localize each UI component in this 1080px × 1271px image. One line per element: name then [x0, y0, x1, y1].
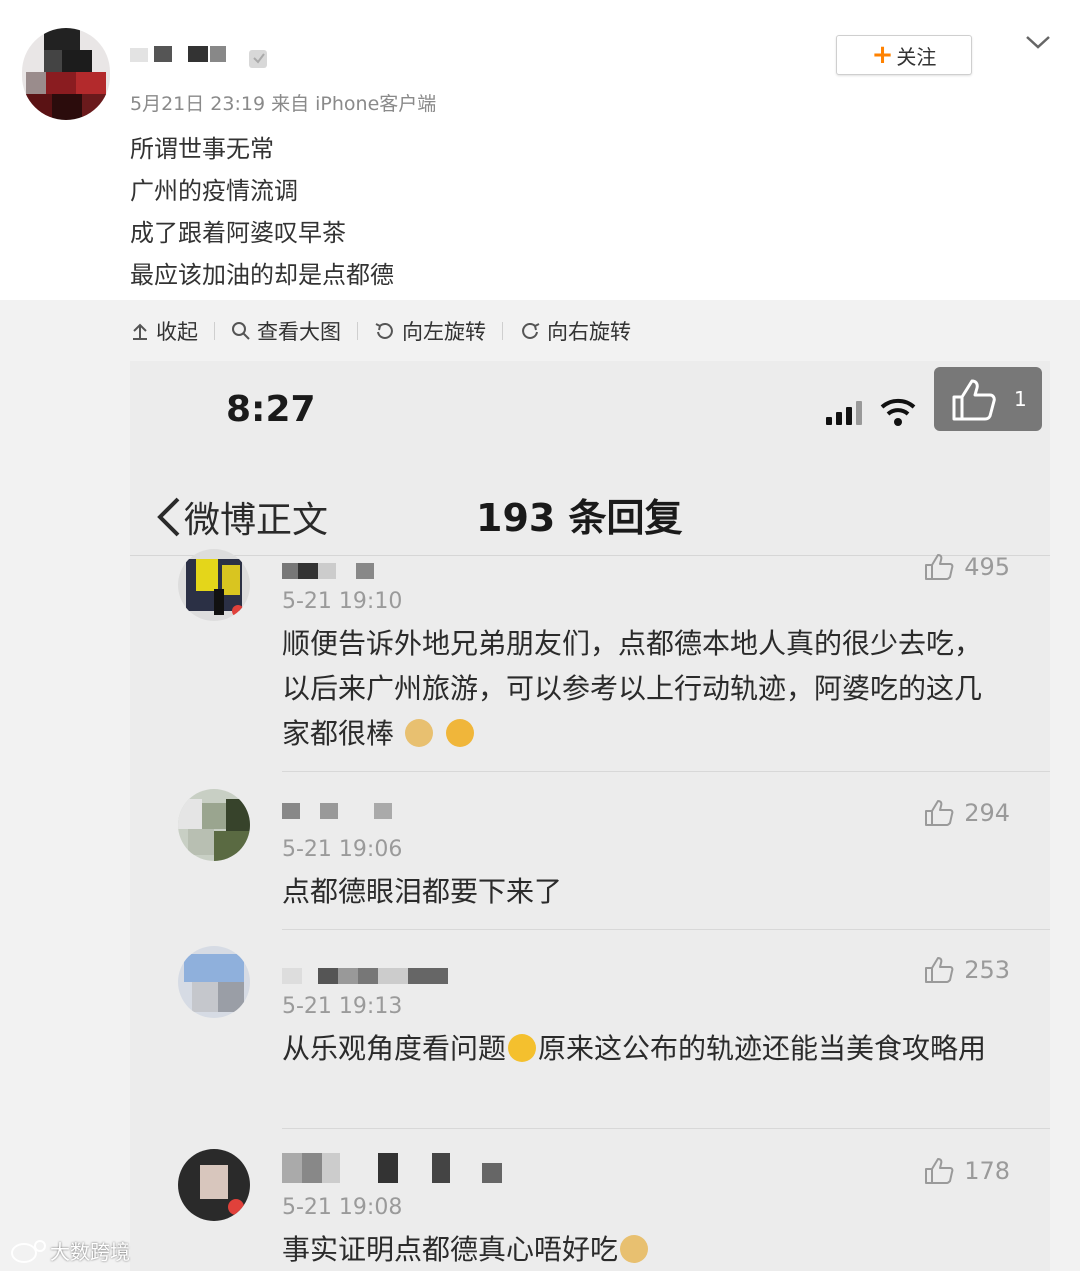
comment-time: 5-21 19:10 — [282, 589, 403, 614]
rotate-right-button[interactable]: 向右旋转 — [519, 316, 631, 346]
member-badge-icon — [249, 50, 267, 68]
view-large-button[interactable]: 查看大图 — [231, 316, 341, 346]
post-text-line: 最应该加油的却是点都德 — [130, 261, 394, 289]
image-toolbar: 收起 查看大图 向左旋转 向右旋转 — [130, 314, 631, 348]
weibo-logo-icon — [11, 1239, 46, 1263]
rotate-left-label: 向左旋转 — [402, 320, 486, 344]
search-icon — [232, 322, 250, 340]
rotate-right-label: 向右旋转 — [547, 320, 631, 344]
comment-time: 5-21 19:13 — [282, 994, 403, 1019]
comment-item: 5-21 19:06 294 点都德眼泪都要下来了 — [130, 789, 1050, 930]
comment-divider — [282, 771, 1050, 772]
collapse-label: 收起 — [156, 320, 198, 344]
cellular-signal-icon — [826, 401, 862, 425]
thumbs-up-icon — [925, 1158, 954, 1184]
comment-time: 5-21 19:06 — [282, 837, 403, 862]
post-text-line: 所谓世事无常 — [130, 135, 274, 163]
post-meta: 5月21日 23:19 来自 iPhone客户端 — [130, 93, 437, 115]
toolbar-divider — [357, 322, 358, 340]
comment-like-button[interactable]: 294 — [924, 799, 1010, 827]
comment-text: 从乐观角度看问题 原来这公布的轨迹还能当美食攻略用 — [282, 1032, 987, 1065]
commenter-name-blurred[interactable] — [282, 968, 452, 986]
comment-like-button[interactable]: 253 — [924, 956, 1010, 984]
comment-time: 5-21 19:08 — [282, 1195, 403, 1220]
toolbar-divider — [214, 322, 215, 340]
plus-icon: + — [871, 40, 894, 70]
commenter-name-blurred[interactable] — [282, 1153, 512, 1183]
back-button[interactable]: 微博正文 — [154, 491, 328, 543]
wifi-icon — [880, 398, 916, 426]
comment-text: 点都德眼泪都要下来了 — [282, 875, 563, 908]
chevron-left-icon — [157, 497, 180, 537]
back-label: 微博正文 — [184, 500, 329, 541]
doge-emoji-icon — [620, 1235, 649, 1263]
commenter-avatar[interactable] — [178, 789, 250, 861]
view-large-label: 查看大图 — [257, 320, 341, 344]
comment-item: 5-21 19:13 253 从乐观角度看问题 原来这公布的轨迹还能当美食攻略用 — [130, 946, 1050, 1146]
comment-text: 顺便告诉外地兄弟朋友们，点都德本地人真的很少去吃，以后来广州旅游，可以参考以上行… — [282, 627, 983, 750]
thumbs-up-icon — [952, 379, 996, 421]
commenter-name-blurred[interactable] — [282, 563, 402, 581]
laugh-cry-emoji-icon — [508, 1034, 537, 1062]
comment-like-count: 178 — [964, 1157, 1010, 1185]
thumbs-up-icon — [925, 800, 954, 826]
watermark-text: 大数跨境 — [50, 1240, 130, 1264]
chevron-down-icon[interactable] — [1024, 32, 1052, 52]
post-text-line: 广州的疫情流调 — [130, 177, 298, 205]
replies-title: 193 条回复 — [476, 496, 683, 540]
comment-like-button[interactable]: 178 — [924, 1157, 1010, 1185]
follow-button[interactable]: + 关注 — [836, 35, 972, 75]
comment-item: 5-21 19:10 495 顺便告诉外地兄弟朋友们，点都德本地人真的很少去吃，… — [130, 549, 1050, 772]
thumbs-up-icon — [925, 957, 954, 983]
image-like-overlay[interactable]: 1 — [934, 367, 1042, 431]
comment-text: 事实证明点都德真心唔好吃 — [282, 1227, 1002, 1271]
rotate-left-icon — [375, 323, 393, 339]
watermark: 大数跨境 — [10, 1236, 130, 1265]
collapse-up-icon — [133, 323, 147, 340]
image-like-count: 1 — [1014, 387, 1027, 411]
status-bar-time: 8:27 — [226, 389, 316, 430]
commenter-avatar[interactable] — [178, 1149, 250, 1221]
follow-label: 关注 — [896, 44, 937, 69]
toolbar-divider — [502, 322, 503, 340]
rotate-left-button[interactable]: 向左旋转 — [374, 316, 486, 346]
comment-like-count: 253 — [964, 956, 1010, 984]
comment-divider — [282, 1128, 1050, 1129]
commenter-avatar[interactable] — [178, 946, 250, 1018]
comment-item: 5-21 19:08 178 事实证明点都德真心唔好吃 — [130, 1147, 1050, 1271]
commenter-avatar[interactable] — [178, 549, 250, 621]
comment-like-count: 495 — [964, 553, 1010, 581]
embedded-screenshot[interactable]: 8:27 1 微博正文 193 条回复 5-21 19:10 495 顺便告诉外… — [130, 361, 1050, 1271]
author-avatar[interactable] — [22, 28, 110, 120]
author-name-blurred[interactable] — [130, 44, 240, 64]
post-text-line: 成了跟着阿婆叹早茶 — [130, 219, 346, 247]
comment-divider — [282, 929, 1050, 930]
thumbs-up-icon — [925, 554, 954, 580]
commenter-name-blurred[interactable] — [282, 803, 402, 821]
comment-like-button[interactable]: 495 — [924, 553, 1010, 581]
weibo-post: 5月21日 23:19 来自 iPhone客户端 所谓世事无常 广州的疫情流调 … — [0, 0, 1080, 300]
rotate-right-icon — [522, 323, 540, 339]
doge-emoji-icon — [404, 719, 433, 747]
drool-emoji-icon — [445, 719, 474, 747]
collapse-button[interactable]: 收起 — [130, 316, 198, 346]
comment-like-count: 294 — [964, 799, 1010, 827]
